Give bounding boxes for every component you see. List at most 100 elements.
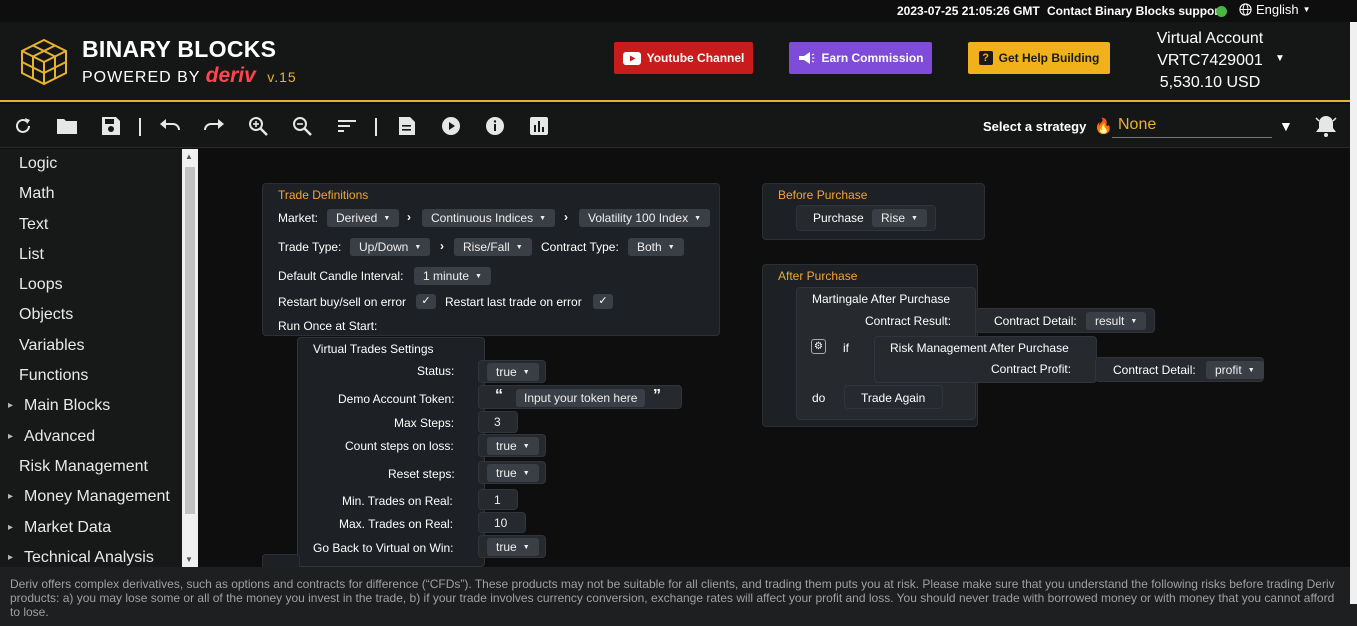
contract-type-dropdown[interactable]: Both ▼: [628, 238, 684, 256]
dropdown-value: Continuous Indices: [431, 211, 534, 225]
purchase-block[interactable]: Purchase Rise ▼: [796, 205, 936, 231]
undo-icon[interactable]: [158, 114, 182, 138]
blockly-workspace[interactable]: Trade Definitions Market: Derived ▼ › Con…: [198, 149, 1357, 567]
go-back-value-block[interactable]: true ▼: [478, 535, 546, 558]
contract-detail-dropdown[interactable]: result ▼: [1086, 312, 1147, 330]
symbol-dropdown[interactable]: Volatility 100 Index ▼: [579, 209, 711, 227]
max-steps-value-block[interactable]: 3: [478, 411, 518, 433]
trade-definitions-block[interactable]: Trade Definitions Market: Derived ▼ › Con…: [262, 183, 720, 336]
gear-icon[interactable]: ⚙: [811, 339, 826, 354]
submarket-dropdown[interactable]: Continuous Indices ▼: [422, 209, 556, 227]
toolbox-item-loops[interactable]: Loops: [0, 270, 182, 300]
virtual-trades-settings-block[interactable]: Virtual Trades Settings Status: Demo Acc…: [297, 337, 485, 567]
earn-commission-button[interactable]: Earn Commission: [789, 42, 932, 74]
reset-icon[interactable]: [11, 114, 35, 138]
language-selector[interactable]: English ▼: [1239, 2, 1311, 17]
youtube-channel-label: Youtube Channel: [646, 51, 745, 65]
info-icon[interactable]: [483, 114, 507, 138]
toolbox-item-main-blocks[interactable]: Main Blocks: [0, 391, 182, 421]
connection-status-icon: [1216, 6, 1227, 17]
status-dropdown[interactable]: true ▼: [487, 363, 539, 381]
toolbox-item-logic[interactable]: Logic: [0, 149, 182, 179]
restart-last-trade-checkbox[interactable]: ✓: [593, 294, 613, 309]
risk-management-block[interactable]: Risk Management After Purchase Contract …: [874, 336, 1097, 383]
min-trades-value-block[interactable]: 1: [478, 489, 518, 510]
chevron-down-icon[interactable]: ▼: [1279, 118, 1293, 134]
flame-icon: 🔥: [1094, 118, 1113, 135]
zoom-in-icon[interactable]: [246, 114, 270, 138]
market-label: Market:: [278, 211, 319, 225]
toolbox-item-money-management[interactable]: Money Management: [0, 482, 182, 512]
dropdown-value: Both: [637, 240, 662, 254]
toolbox-item-risk-management[interactable]: Risk Management: [0, 452, 182, 482]
chevron-down-icon: ▼: [515, 244, 523, 251]
chevron-down-icon: ▼: [522, 443, 530, 450]
trade-type-dropdown[interactable]: Up/Down ▼: [350, 238, 431, 256]
get-help-building-button[interactable]: ? Get Help Building: [968, 42, 1110, 74]
purchase-dropdown[interactable]: Rise ▼: [872, 209, 927, 227]
restart-buysell-checkbox[interactable]: ✓: [416, 294, 436, 309]
youtube-channel-button[interactable]: Youtube Channel: [614, 42, 753, 74]
account-dropdown-icon[interactable]: ▼: [1275, 53, 1285, 64]
contract-detail-result-block[interactable]: Contract Detail: result ▼: [975, 308, 1155, 333]
trade-subtype-dropdown[interactable]: Rise/Fall ▼: [454, 238, 532, 256]
zoom-out-icon[interactable]: [290, 114, 314, 138]
market-dropdown[interactable]: Derived ▼: [327, 209, 400, 227]
page-scrollbar[interactable]: [1350, 22, 1357, 604]
redo-icon[interactable]: [202, 114, 226, 138]
toolbox-item-list[interactable]: List: [0, 240, 182, 270]
version-label: v.15: [267, 69, 297, 85]
dropdown-value: Rise: [881, 211, 906, 225]
app-header: BINARY BLOCKS POWERED BY deriv v.15 Yout…: [0, 22, 1357, 102]
scrollbar-thumb[interactable]: [185, 167, 195, 514]
strategy-select[interactable]: None: [1112, 114, 1272, 138]
contract-detail-dropdown[interactable]: profit ▼: [1206, 361, 1264, 379]
max-trades-value-block[interactable]: 10: [478, 512, 526, 533]
token-text-block[interactable]: “ Input your token here ”: [478, 385, 682, 409]
max-steps-input[interactable]: 3: [487, 413, 508, 431]
dropdown-value: Derived: [336, 211, 378, 225]
toolbox-item-functions[interactable]: Functions: [0, 361, 182, 391]
scroll-down-icon[interactable]: ▼: [185, 555, 193, 564]
go-back-dropdown[interactable]: true ▼: [487, 538, 539, 556]
notification-bell-icon[interactable]: [1314, 114, 1338, 143]
chart-icon[interactable]: [527, 114, 551, 138]
candle-interval-dropdown[interactable]: 1 minute ▼: [414, 267, 491, 285]
save-icon[interactable]: [99, 114, 123, 138]
open-folder-icon[interactable]: [55, 114, 79, 138]
reset-steps-dropdown[interactable]: true ▼: [487, 464, 539, 482]
toolbox-item-objects[interactable]: Objects: [0, 300, 182, 330]
notes-icon[interactable]: [395, 114, 419, 138]
binary-blocks-logo-icon: [21, 38, 67, 86]
trade-type-label: Trade Type:: [278, 240, 342, 254]
count-steps-value-block[interactable]: true ▼: [478, 434, 546, 457]
max-trades-input[interactable]: 10: [487, 514, 514, 532]
toolbox-item-advanced[interactable]: Advanced: [0, 422, 182, 452]
sort-icon[interactable]: [335, 114, 359, 138]
chevron-down-icon: ▼: [539, 215, 547, 222]
toolbox-item-variables[interactable]: Variables: [0, 331, 182, 361]
language-label: English: [1256, 2, 1299, 17]
account-balance: 5,530.10 USD: [1159, 74, 1261, 91]
run-icon[interactable]: [439, 114, 463, 138]
toolbox-scrollbar[interactable]: ▲ ▼: [182, 149, 198, 567]
toolbox-item-text[interactable]: Text: [0, 210, 182, 240]
trade-again-block[interactable]: Trade Again: [844, 385, 943, 409]
contract-detail-profit-block[interactable]: Contract Detail: profit ▼: [1095, 357, 1264, 382]
status-value-block[interactable]: true ▼: [478, 360, 546, 383]
scroll-up-icon[interactable]: ▲: [185, 152, 193, 161]
question-icon: ?: [978, 51, 993, 65]
close-quote-icon: ”: [653, 387, 661, 404]
account-info[interactable]: Virtual Account VRTC7429001 5,530.10 USD: [1150, 28, 1270, 94]
chevron-down-icon: ▼: [383, 215, 391, 222]
account-id: VRTC7429001: [1157, 52, 1263, 69]
reset-steps-value-block[interactable]: true ▼: [478, 461, 546, 484]
contact-support-link[interactable]: Contact Binary Blocks support: [1047, 4, 1223, 18]
token-input[interactable]: Input your token here: [516, 389, 646, 407]
min-trades-input[interactable]: 1: [487, 491, 508, 509]
toolbox-item-math[interactable]: Math: [0, 179, 182, 209]
martingale-label: Martingale After Purchase: [812, 292, 951, 306]
toolbox-item-market-data[interactable]: Market Data: [0, 513, 182, 543]
count-steps-dropdown[interactable]: true ▼: [487, 437, 539, 455]
toolbox-item-technical-analysis[interactable]: Technical Analysis: [0, 543, 182, 567]
